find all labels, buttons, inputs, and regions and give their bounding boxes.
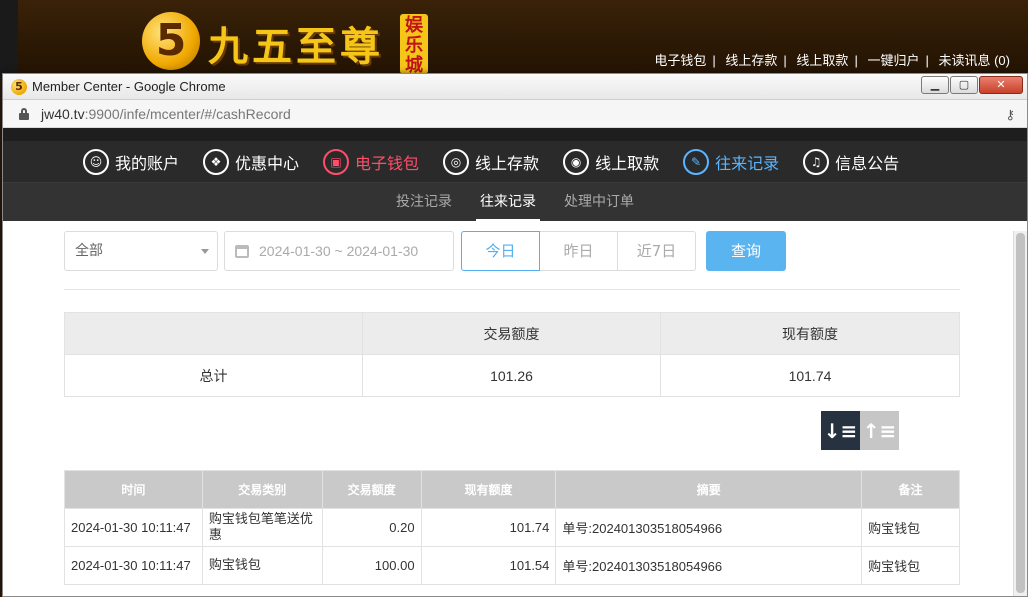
wallet-icon: ▣: [323, 148, 350, 175]
site-logo-badge: 娱乐城: [400, 14, 428, 76]
logo-icon: 5: [142, 12, 200, 70]
maximize-button[interactable]: ▢: [950, 76, 978, 94]
app-favicon-icon: 5: [11, 79, 27, 95]
summary-trade-amount: 101.26: [362, 354, 661, 397]
sort-asc-icon[interactable]: ↑≡: [860, 411, 899, 450]
tab-cash-records[interactable]: 往来记录: [476, 183, 540, 221]
col-header-memo: 摘要: [555, 470, 863, 509]
page-top-strip: [3, 128, 1027, 141]
nav-promotions[interactable]: ❖ 优惠中心: [203, 148, 300, 175]
window-title: Member Center - Google Chrome: [32, 79, 226, 94]
summary-total-label: 总计: [64, 354, 363, 397]
site-link-consolidate[interactable]: 一键归户: [867, 53, 919, 68]
nav-announcements[interactable]: ♫ 信息公告: [803, 148, 900, 175]
site-link-messages[interactable]: 未读讯息 (0): [938, 53, 1010, 68]
nav-my-account[interactable]: ☺ 我的账户: [83, 148, 180, 175]
cell-amount: 100.00: [321, 546, 422, 585]
sort-desc-icon[interactable]: ↓≡: [821, 411, 860, 450]
key-icon[interactable]: ⚷: [1005, 108, 1015, 123]
calendar-icon: [235, 245, 249, 258]
type-select-value: 全部: [75, 243, 103, 259]
col-header-amount: 交易额度: [321, 470, 422, 509]
cell-amount: 0.20: [321, 508, 422, 547]
filter-row: 全部 2024-01-30 ~ 2024-01-30 今日 昨日 近7日 查询: [64, 231, 1027, 271]
col-header-time: 时间: [64, 470, 203, 509]
records-table: 时间 交易类别 交易额度 现有额度 摘要 备注 2024-01-30 10:11…: [64, 470, 960, 585]
nav-label: 我的账户: [115, 153, 180, 173]
date-range-value: 2024-01-30 ~ 2024-01-30: [259, 243, 419, 259]
cell-note: 购宝钱包: [861, 508, 960, 547]
quick-yesterday-button[interactable]: 昨日: [539, 231, 618, 271]
background-site-header: 5 九五至尊 娱乐城 电子钱包 | 线上存款 | 线上取款 | 一键归户 | 未读讯息 …: [0, 0, 1028, 76]
col-header-type: 交易类别: [201, 470, 323, 509]
summary-header: 现有额度: [660, 312, 960, 355]
type-select[interactable]: 全部: [64, 231, 218, 271]
deposit-icon: ◎: [443, 148, 470, 175]
sort-buttons: ↓≡ ↑≡: [821, 411, 899, 450]
query-button[interactable]: 查询: [706, 231, 786, 271]
cell-time: 2024-01-30 10:11:47: [64, 508, 203, 547]
lock-icon: [19, 108, 29, 120]
nav-label: 往来记录: [715, 153, 780, 173]
nav-label: 线上取款: [595, 153, 660, 173]
col-header-balance: 现有额度: [420, 470, 557, 509]
quick-7days-button[interactable]: 近7日: [617, 231, 696, 271]
minimize-button[interactable]: ▁: [921, 76, 949, 94]
cell-time: 2024-01-30 10:11:47: [64, 546, 203, 585]
cell-memo: 单号:202401303518054966: [555, 508, 863, 547]
summary-current-balance: 101.74: [660, 354, 960, 397]
cell-balance: 101.54: [420, 546, 557, 585]
nav-records[interactable]: ✎ 往来记录: [683, 148, 780, 175]
url-text[interactable]: jw40.tv:9900/infe/mcenter/#/cashRecord: [41, 106, 291, 122]
withdraw-icon: ◉: [563, 148, 590, 175]
caret-down-icon: [201, 249, 209, 254]
site-link-withdraw[interactable]: 线上取款: [796, 53, 848, 68]
page-content: 全部 2024-01-30 ~ 2024-01-30 今日 昨日 近7日 查询 …: [3, 221, 1027, 585]
gift-icon: ❖: [203, 148, 230, 175]
quick-date-group: 今日 昨日 近7日: [461, 231, 696, 271]
date-range-input[interactable]: 2024-01-30 ~ 2024-01-30: [224, 231, 454, 271]
cell-note: 购宝钱包: [861, 546, 960, 585]
cell-type: 购宝钱包笔笔送优惠: [201, 508, 323, 547]
scrollbar-thumb[interactable]: [1016, 233, 1025, 593]
sub-nav: 投注记录 往来记录 处理中订单: [3, 183, 1027, 221]
window-titlebar[interactable]: 5 Member Center - Google Chrome ▁ ▢ ✕: [3, 74, 1027, 100]
quick-today-button[interactable]: 今日: [461, 231, 540, 271]
site-top-links: 电子钱包 | 线上存款 | 线上取款 | 一键归户 | 未读讯息 (0): [654, 53, 1010, 68]
cell-memo: 单号:202401303518054966: [555, 546, 863, 585]
nav-online-withdraw[interactable]: ◉ 线上取款: [563, 148, 660, 175]
address-bar[interactable]: jw40.tv:9900/infe/mcenter/#/cashRecord ⚷: [3, 100, 1027, 128]
nav-online-deposit[interactable]: ◎ 线上存款: [443, 148, 540, 175]
col-header-note: 备注: [861, 470, 960, 509]
site-link-wallet[interactable]: 电子钱包: [654, 53, 706, 68]
user-icon: ☺: [83, 148, 109, 175]
nav-e-wallet[interactable]: ▣ 电子钱包: [323, 148, 420, 175]
summary-header: 交易额度: [362, 312, 661, 355]
table-row: 2024-01-30 10:11:47 购宝钱包 100.00 101.54 单…: [64, 546, 960, 585]
tab-bet-records[interactable]: 投注记录: [396, 183, 452, 221]
browser-window: 5 Member Center - Google Chrome ▁ ▢ ✕ jw…: [2, 73, 1028, 597]
summary-header: [64, 312, 363, 355]
nav-label: 优惠中心: [235, 153, 300, 173]
record-icon: ✎: [683, 148, 710, 175]
close-button[interactable]: ✕: [979, 76, 1023, 94]
nav-label: 电子钱包: [355, 153, 420, 173]
page-scrollbar[interactable]: [1013, 231, 1027, 596]
summary-table: 交易额度 现有额度 总计 101.26 101.74: [64, 312, 960, 397]
site-logo-text: 九五至尊: [208, 23, 384, 70]
divider: [64, 289, 960, 290]
nav-label: 信息公告: [835, 153, 900, 173]
bell-icon: ♫: [803, 148, 830, 175]
cell-balance: 101.74: [420, 508, 557, 547]
table-row: 2024-01-30 10:11:47 购宝钱包笔笔送优惠 0.20 101.7…: [64, 508, 960, 547]
nav-label: 线上存款: [475, 153, 540, 173]
cell-type: 购宝钱包: [201, 546, 323, 585]
site-link-deposit[interactable]: 线上存款: [725, 53, 777, 68]
member-main-nav: ☺ 我的账户 ❖ 优惠中心 ▣ 电子钱包 ◎ 线上存款 ◉ 线上取款 ✎ 往来记录 ♫ 信息公…: [3, 141, 1027, 183]
tab-pending-orders[interactable]: 处理中订单: [564, 183, 634, 221]
